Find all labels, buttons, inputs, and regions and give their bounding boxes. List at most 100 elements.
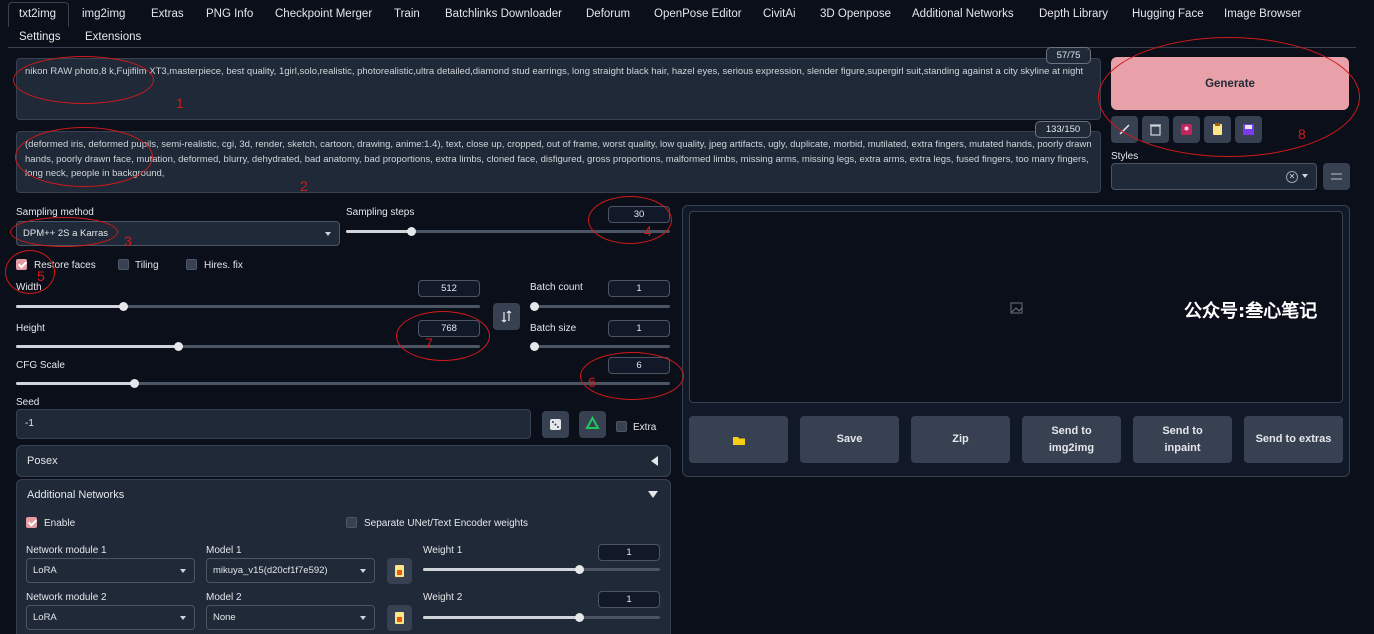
tab-extras[interactable]: Extras [151, 8, 184, 20]
watermark-text: 公众号:叁心笔记 [1184, 301, 1318, 322]
annotation-number-7: 7 [425, 335, 433, 351]
image-placeholder-icon [1010, 302, 1023, 314]
tab-hugging-face[interactable]: Hugging Face [1132, 8, 1204, 20]
enable-networks-checkbox[interactable] [26, 517, 37, 528]
seed-input[interactable]: -1 [16, 409, 531, 439]
send-to-extras-button[interactable]: Send to extras [1244, 416, 1343, 463]
annotation-number-3: 3 [124, 233, 132, 249]
batch-size-slider[interactable] [530, 342, 670, 351]
tab-depth-library[interactable]: Depth Library [1039, 8, 1108, 20]
tab-img2img[interactable]: img2img [82, 8, 125, 20]
positive-token-counter: 57/75 [1046, 47, 1091, 64]
tab-txt2img[interactable]: txt2img [19, 8, 56, 20]
tab-3d-openpose[interactable]: 3D Openpose [820, 8, 891, 20]
send-to-img2img-button[interactable]: Send to img2img [1022, 416, 1121, 463]
tab-settings[interactable]: Settings [19, 31, 61, 43]
annotation-number-2: 2 [300, 178, 308, 194]
cfg-scale-label: CFG Scale [16, 360, 65, 371]
cfg-scale-slider[interactable] [16, 379, 670, 388]
network-module-value: LoRA [33, 565, 57, 576]
tab-image-browser[interactable]: Image Browser [1224, 8, 1301, 20]
tab-openpose-editor[interactable]: OpenPose Editor [654, 8, 742, 20]
extra-seed-label: Extra [633, 422, 657, 433]
additional-networks-title: Additional Networks [27, 489, 125, 501]
tab-checkpoint-merger[interactable]: Checkpoint Merger [275, 8, 372, 20]
network-module-label: Network module 1 [26, 545, 107, 556]
clear-icon[interactable]: ✕ [1286, 171, 1298, 183]
weight-slider[interactable] [423, 565, 660, 574]
weight-slider[interactable] [423, 613, 660, 622]
sampling-steps-label: Sampling steps [346, 207, 415, 218]
chevron-down-icon [1302, 174, 1308, 178]
open-folder-button[interactable] [689, 416, 788, 463]
annotation-ellipse-7 [396, 311, 490, 361]
recycle-icon[interactable] [579, 411, 606, 438]
model-dropdown[interactable]: None [206, 605, 375, 630]
chevron-down-icon [325, 232, 331, 236]
enable-label: Enable [44, 518, 76, 529]
save-button[interactable]: Save [800, 416, 899, 463]
chevron-down-icon [180, 569, 186, 573]
folder-icon [732, 436, 745, 445]
annotation-ellipse-2 [15, 127, 153, 187]
tab-deforum[interactable]: Deforum [586, 8, 630, 20]
collapse-arrow-icon [651, 456, 658, 466]
posex-title: Posex [27, 455, 58, 467]
hires-fix-label: Hires. fix [204, 260, 243, 271]
tiling-label: Tiling [135, 260, 159, 271]
separate-weights-label: Separate UNet/Text Encoder weights [364, 518, 528, 529]
expand-arrow-icon[interactable] [648, 491, 658, 498]
model-value: mikuya_v15(d20cf1f7e592) [213, 565, 328, 576]
batch-count-input[interactable]: 1 [608, 280, 670, 297]
refresh-models-icon[interactable] [387, 605, 412, 631]
model-dropdown[interactable]: mikuya_v15(d20cf1f7e592) [206, 558, 375, 583]
send-to-inpaint-button[interactable]: Send to inpaint [1133, 416, 1232, 463]
dice-icon[interactable] [542, 411, 569, 438]
width-input[interactable]: 512 [418, 280, 480, 297]
model-value: None [213, 612, 236, 623]
network-module-label: Network module 2 [26, 592, 107, 603]
separate-weights-checkbox[interactable] [346, 517, 357, 528]
annotation-number-5: 5 [37, 268, 45, 284]
network-module-dropdown[interactable]: LoRA [26, 605, 195, 630]
tab-additional-networks[interactable]: Additional Networks [912, 8, 1014, 20]
posex-accordion[interactable]: Posex [16, 445, 671, 477]
extra-seed-checkbox[interactable] [616, 421, 627, 432]
tab-train[interactable]: Train [394, 8, 420, 20]
swap-dimensions-icon[interactable] [493, 303, 520, 330]
annotation-ellipse-8 [1098, 37, 1360, 157]
batch-size-input[interactable]: 1 [608, 320, 670, 337]
swap-styles-icon[interactable] [1323, 163, 1350, 190]
weight-input[interactable]: 1 [598, 591, 660, 608]
annotation-ellipse-3 [10, 217, 118, 247]
tab-batchlinks-downloader[interactable]: Batchlinks Downloader [445, 8, 562, 20]
chevron-down-icon [360, 616, 366, 620]
weight-label: Weight 2 [423, 592, 463, 603]
model-label: Model 1 [206, 545, 242, 556]
tab-extensions[interactable]: Extensions [85, 31, 141, 43]
weight-label: Weight 1 [423, 545, 463, 556]
hires-fix-checkbox[interactable] [186, 259, 197, 270]
height-label: Height [16, 323, 45, 334]
seed-label: Seed [16, 397, 40, 408]
tab-civitai[interactable]: CivitAi [763, 8, 796, 20]
refresh-models-icon[interactable] [387, 558, 412, 584]
batch-count-slider[interactable] [530, 302, 670, 311]
negative-prompt-input[interactable]: (deformed iris, deformed pupils, semi-re… [16, 131, 1101, 193]
chevron-down-icon [180, 616, 186, 620]
network-module-dropdown[interactable]: LoRA [26, 558, 195, 583]
annotation-ellipse-4 [588, 196, 672, 244]
annotation-number-8: 8 [1298, 126, 1306, 142]
annotation-ellipse-1 [13, 56, 154, 104]
styles-dropdown[interactable]: ✕ [1111, 163, 1317, 190]
zip-button[interactable]: Zip [911, 416, 1010, 463]
annotation-number-4: 4 [644, 223, 652, 239]
network-module-value: LoRA [33, 612, 57, 623]
batch-size-label: Batch size [530, 323, 577, 334]
chevron-down-icon [360, 569, 366, 573]
annotation-number-1: 1 [176, 95, 184, 111]
tab-png-info[interactable]: PNG Info [206, 8, 253, 20]
width-slider[interactable] [16, 302, 480, 311]
weight-input[interactable]: 1 [598, 544, 660, 561]
tiling-checkbox[interactable] [118, 259, 129, 270]
